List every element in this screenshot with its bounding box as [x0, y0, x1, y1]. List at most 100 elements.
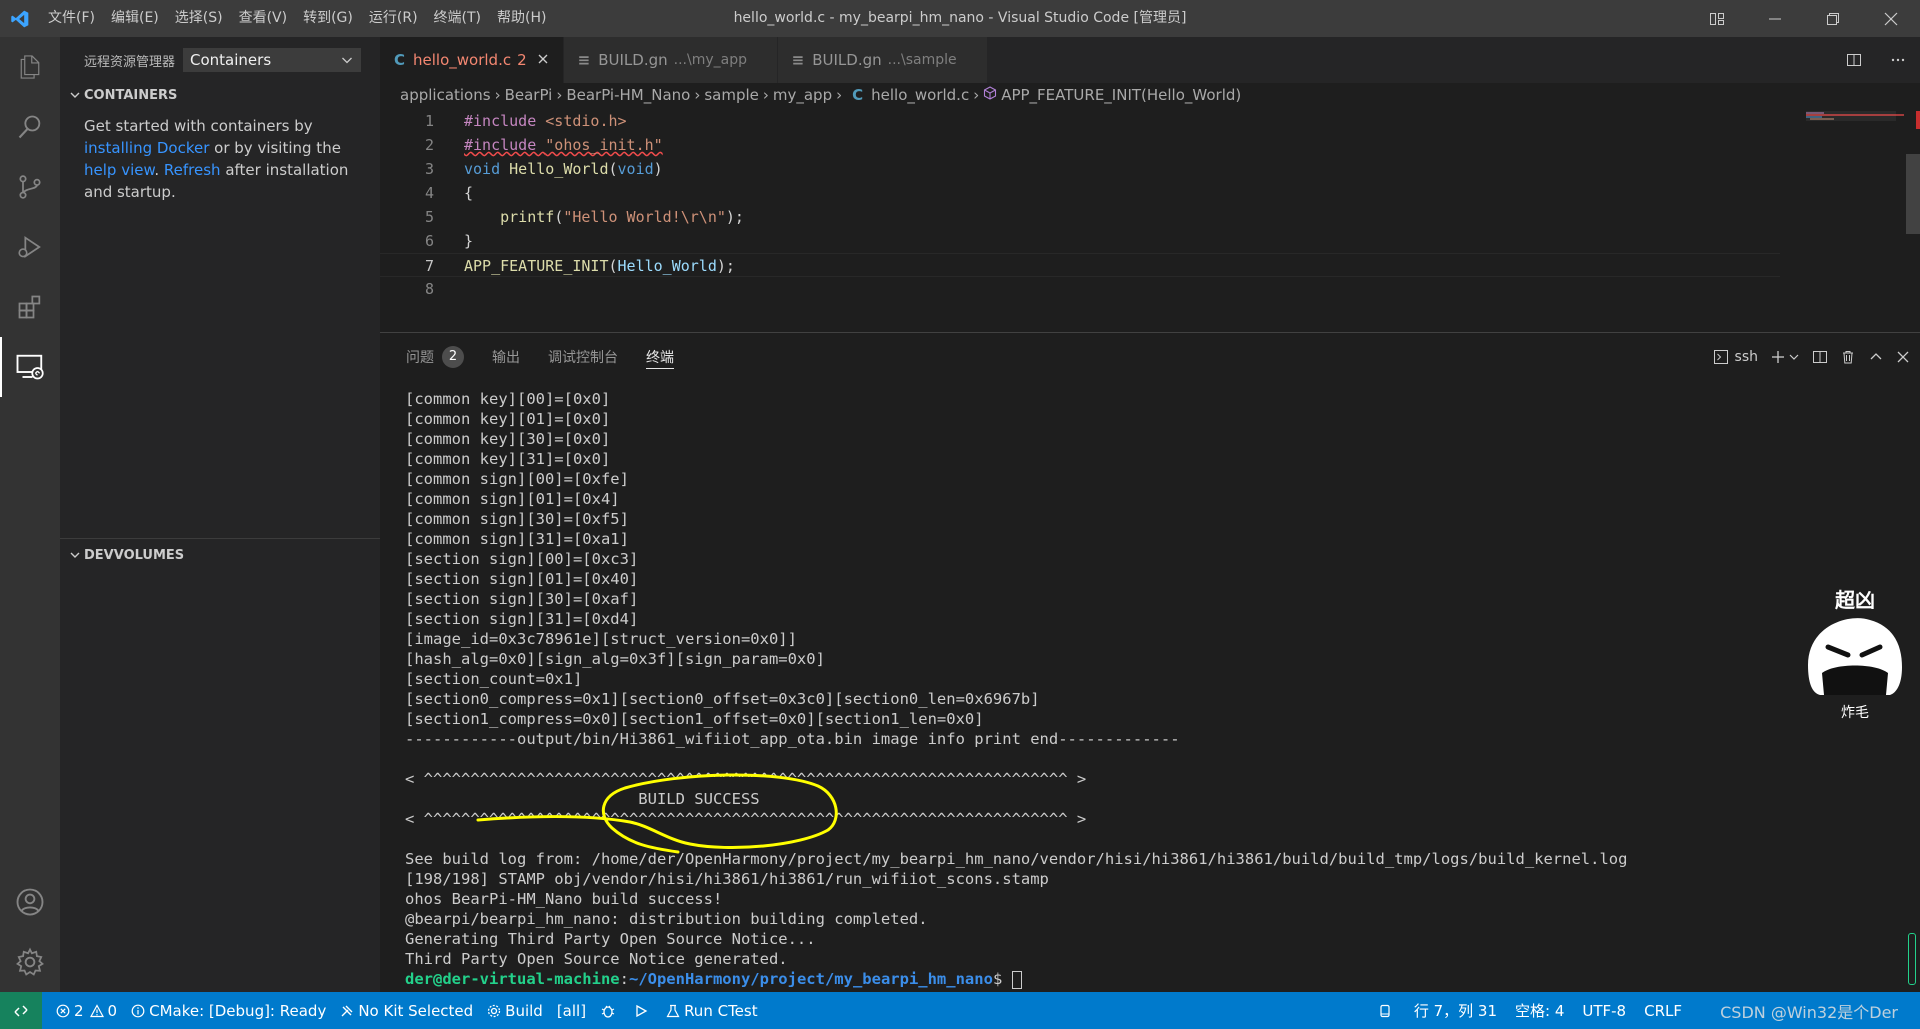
text-file-icon: ≡: [577, 51, 591, 69]
remote-type-select[interactable]: Containers: [183, 48, 362, 72]
tab-problem-count: 2: [517, 51, 527, 69]
build-target[interactable]: [all]: [557, 1002, 586, 1020]
chevron-down-icon: [342, 57, 352, 64]
terminal-line: < ^^^^^^^^^^^^^^^^^^^^^^^^^^^^^^^^^^^^^^…: [405, 810, 1087, 828]
close-panel-icon[interactable]: [1896, 350, 1910, 364]
remote-indicator[interactable]: [0, 992, 42, 1029]
terminal-output[interactable]: [common key][00]=[0x0] [common key][01]=…: [405, 389, 1905, 989]
explorer-icon[interactable]: [0, 37, 60, 97]
breadcrumb-item[interactable]: sample: [704, 86, 759, 104]
end-of-line[interactable]: CRLF: [1644, 1002, 1682, 1020]
welcome-text-4: after installation: [220, 161, 349, 179]
containers-welcome-text: Get started with containers by installin…: [60, 107, 380, 203]
split-editor-icon[interactable]: [1832, 52, 1876, 68]
terminal-name: ssh: [1734, 349, 1758, 365]
code-token: "Hello World!\r\n": [563, 208, 726, 226]
terminal-line: ohos BearPi-HM_Nano build success!: [405, 890, 723, 908]
welcome-text-2: or by visiting the: [209, 139, 341, 157]
database-icon[interactable]: [1378, 1004, 1396, 1018]
split-terminal-icon[interactable]: [1812, 349, 1828, 365]
terminal-icon: [1713, 350, 1728, 364]
layout-icon[interactable]: [1688, 0, 1746, 37]
search-icon[interactable]: [0, 97, 60, 157]
terminal-line: [hash_alg=0x0][sign_alg=0x3f][sign_param…: [405, 650, 825, 668]
code-token: APP_FEATURE_INIT: [464, 257, 609, 275]
tab-terminal[interactable]: 终端: [646, 333, 674, 381]
debug-button[interactable]: [600, 1003, 620, 1019]
close-button[interactable]: [1862, 0, 1920, 37]
remote-explorer-icon[interactable]: [0, 337, 60, 397]
manage-gear-icon[interactable]: [0, 932, 60, 992]
code-line: 6 }: [380, 229, 1780, 253]
line-number: 8: [424, 280, 434, 298]
breadcrumb-item[interactable]: APP_FEATURE_INIT(Hello_World): [1001, 86, 1241, 104]
breadcrumb-item[interactable]: BearPi-HM_Nano: [566, 86, 690, 104]
close-icon[interactable]: [537, 51, 549, 69]
help-view-link[interactable]: help view: [84, 161, 154, 179]
status-bar: 2 0 CMake: [Debug]: Ready No Kit Selecte…: [0, 992, 1920, 1029]
editor-tabs: C hello_world.c 2 ≡ BUILD.gn ...\my_app …: [380, 37, 1920, 83]
trash-icon[interactable]: [1840, 349, 1856, 365]
tab-build-gn-sample[interactable]: ≡ BUILD.gn ...\sample: [777, 37, 988, 83]
flask-icon: [666, 1004, 680, 1017]
menu-run[interactable]: 运行(R): [361, 0, 426, 37]
chevron-right-icon: ›: [694, 86, 701, 104]
tab-problems[interactable]: 问题 2: [406, 333, 464, 381]
terminal-line: Third Party Open Source Notice generated…: [405, 950, 788, 968]
menu-view[interactable]: 查看(V): [231, 0, 296, 37]
tab-build-gn-my-app[interactable]: ≡ BUILD.gn ...\my_app: [563, 37, 778, 83]
maximize-panel-icon[interactable]: [1868, 349, 1884, 365]
run-debug-icon[interactable]: [0, 217, 60, 277]
cmake-status[interactable]: CMake: [Debug]: Ready: [131, 1002, 326, 1020]
line-number: 2: [424, 136, 434, 154]
bottom-panel: 问题 2 输出 调试控制台 终端 ssh [common key][00]=[0…: [380, 332, 1920, 992]
breadcrumb-item[interactable]: hello_world.c: [871, 86, 969, 104]
tab-hello-world-c[interactable]: C hello_world.c 2: [380, 37, 564, 83]
problems-status[interactable]: 2 0: [56, 1002, 117, 1020]
code-editor[interactable]: 1 #include <stdio.h> 2 #include "ohos_in…: [380, 109, 1780, 301]
terminal-line: [common sign][01]=[0x4]: [405, 490, 620, 508]
run-ctest-button[interactable]: Run CTest: [666, 1002, 758, 1020]
build-button[interactable]: Build: [487, 1002, 543, 1020]
accounts-icon[interactable]: [0, 872, 60, 932]
terminal-scrollbar[interactable]: [1908, 933, 1916, 985]
cmake-status-text: CMake: [Debug]: Ready: [149, 1001, 327, 1020]
tab-debug-console[interactable]: 调试控制台: [548, 333, 618, 381]
installing-docker-link[interactable]: installing Docker: [84, 139, 209, 157]
cursor-position[interactable]: 行 7，列 31: [1414, 1000, 1497, 1021]
menu-go[interactable]: 转到(G): [295, 0, 361, 37]
minimap[interactable]: [1794, 109, 1920, 332]
minimize-button[interactable]: [1746, 0, 1804, 37]
menu-edit[interactable]: 编辑(E): [103, 0, 167, 37]
launch-button[interactable]: [634, 1004, 652, 1018]
terminal-cursor: [1011, 970, 1022, 989]
encoding[interactable]: UTF-8: [1582, 1002, 1626, 1020]
breadcrumb-item[interactable]: applications: [400, 86, 491, 104]
menu-file[interactable]: 文件(F): [40, 0, 103, 37]
devvolumes-section-title: DEVVOLUMES: [84, 547, 185, 563]
menu-terminal[interactable]: 终端(T): [426, 0, 489, 37]
breadcrumb-item[interactable]: BearPi: [505, 86, 553, 104]
devvolumes-section-header[interactable]: DEVVOLUMES: [60, 543, 380, 567]
welcome-text-3: .: [154, 161, 164, 179]
menu-help[interactable]: 帮助(H): [489, 0, 554, 37]
kit-selector[interactable]: No Kit Selected: [340, 1002, 473, 1020]
tab-output[interactable]: 输出: [492, 333, 520, 381]
source-control-icon[interactable]: [0, 157, 60, 217]
new-terminal-icon[interactable]: [1770, 349, 1800, 365]
containers-section-header[interactable]: CONTAINERS: [60, 83, 380, 107]
code-line: 8: [380, 277, 1780, 301]
more-actions-icon[interactable]: [1876, 52, 1920, 68]
terminal-select[interactable]: ssh: [1713, 349, 1758, 365]
info-icon: [131, 1004, 145, 1017]
menu-selection[interactable]: 选择(S): [167, 0, 231, 37]
code-token: Hello_World: [509, 160, 609, 178]
breadcrumb-item[interactable]: my_app: [773, 86, 832, 104]
indentation[interactable]: 空格: 4: [1515, 1000, 1564, 1021]
code-line: 4 {: [380, 181, 1780, 205]
csdn-watermark: CSDN @Win32是个Der: [1720, 1003, 1898, 1022]
tab-description: ...\my_app: [673, 52, 747, 68]
extensions-icon[interactable]: [0, 277, 60, 337]
refresh-link[interactable]: Refresh: [164, 161, 221, 179]
restore-button[interactable]: [1804, 0, 1862, 37]
